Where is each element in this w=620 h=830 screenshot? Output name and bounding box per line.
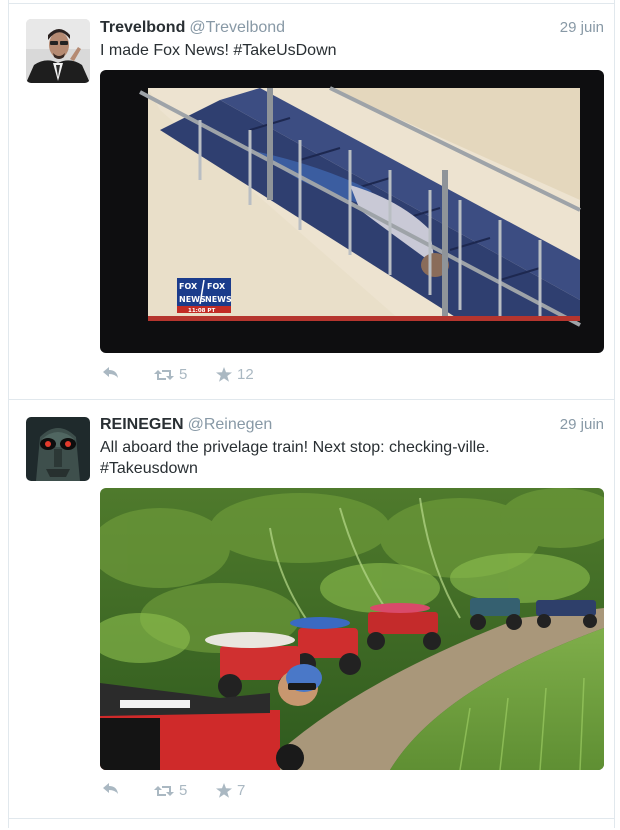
fox-logo-top-left: FOX [179,282,198,291]
retweet-icon [154,785,174,796]
tweet-text: All aboard the privelage train! Next sto… [100,437,598,479]
fox-logo-top-right: FOX [207,282,226,291]
avatar[interactable] [26,417,90,481]
tweet-text-line: #Takeusdown [100,460,198,477]
atv-photo [100,488,604,770]
star-icon [216,367,232,382]
retweet-button[interactable]: 5 [154,782,187,799]
reply-arrow-icon [103,367,118,378]
favorite-button[interactable]: 7 [216,782,245,799]
fox-news-photo: FOX NEWS FOX NEWS 11:08 PT [100,70,604,353]
favorite-button[interactable]: 12 [216,366,254,383]
retweet-count: 5 [179,782,188,799]
timestamp[interactable]: 29 juin [560,416,604,433]
avatar[interactable] [26,19,90,83]
retweet-count: 5 [179,366,188,383]
retweet-button[interactable]: 5 [154,366,187,383]
bottom-divider [9,818,614,819]
tweet-text-line: All aboard the privelage train! Next sto… [100,439,490,456]
fox-logo-bottom-right: NEWS [205,295,232,304]
display-name[interactable]: REINEGEN [100,416,184,433]
reply-arrow-icon [103,783,118,794]
tweet-photo[interactable] [100,488,604,770]
star-icon [216,783,232,798]
reply-button[interactable] [102,366,120,380]
reply-button[interactable] [102,782,120,796]
tweet-2[interactable]: REINEGEN @Reinegen 29 juin All aboard the… [9,399,614,830]
fox-logo-bottom-left: NEWS [179,295,206,304]
tweet-text-line: I made Fox News! #TakeUsDown [100,42,337,59]
retweet-icon [154,369,174,380]
favorite-count: 12 [237,366,254,383]
timeline: Trevelbond @Trevelbond 29 juin I made Fox… [8,0,615,828]
tweet-header: REINEGEN @Reinegen 29 juin [100,416,604,438]
display-name[interactable]: Trevelbond [100,19,185,36]
favorite-count: 7 [237,782,246,799]
timestamp[interactable]: 29 juin [560,19,604,36]
user-handle[interactable]: @Trevelbond [189,19,285,36]
fox-clock: 11:08 PT [188,308,215,314]
tweet-1[interactable]: Trevelbond @Trevelbond 29 juin I made Fox… [9,3,614,400]
avatar-image [26,19,90,83]
avatar-image [26,417,90,481]
tweet-text: I made Fox News! #TakeUsDown [100,40,598,61]
tweet-header: Trevelbond @Trevelbond 29 juin [100,19,604,41]
user-handle[interactable]: @Reinegen [188,416,273,433]
tweet-photo[interactable]: FOX NEWS FOX NEWS 11:08 PT [100,70,604,353]
